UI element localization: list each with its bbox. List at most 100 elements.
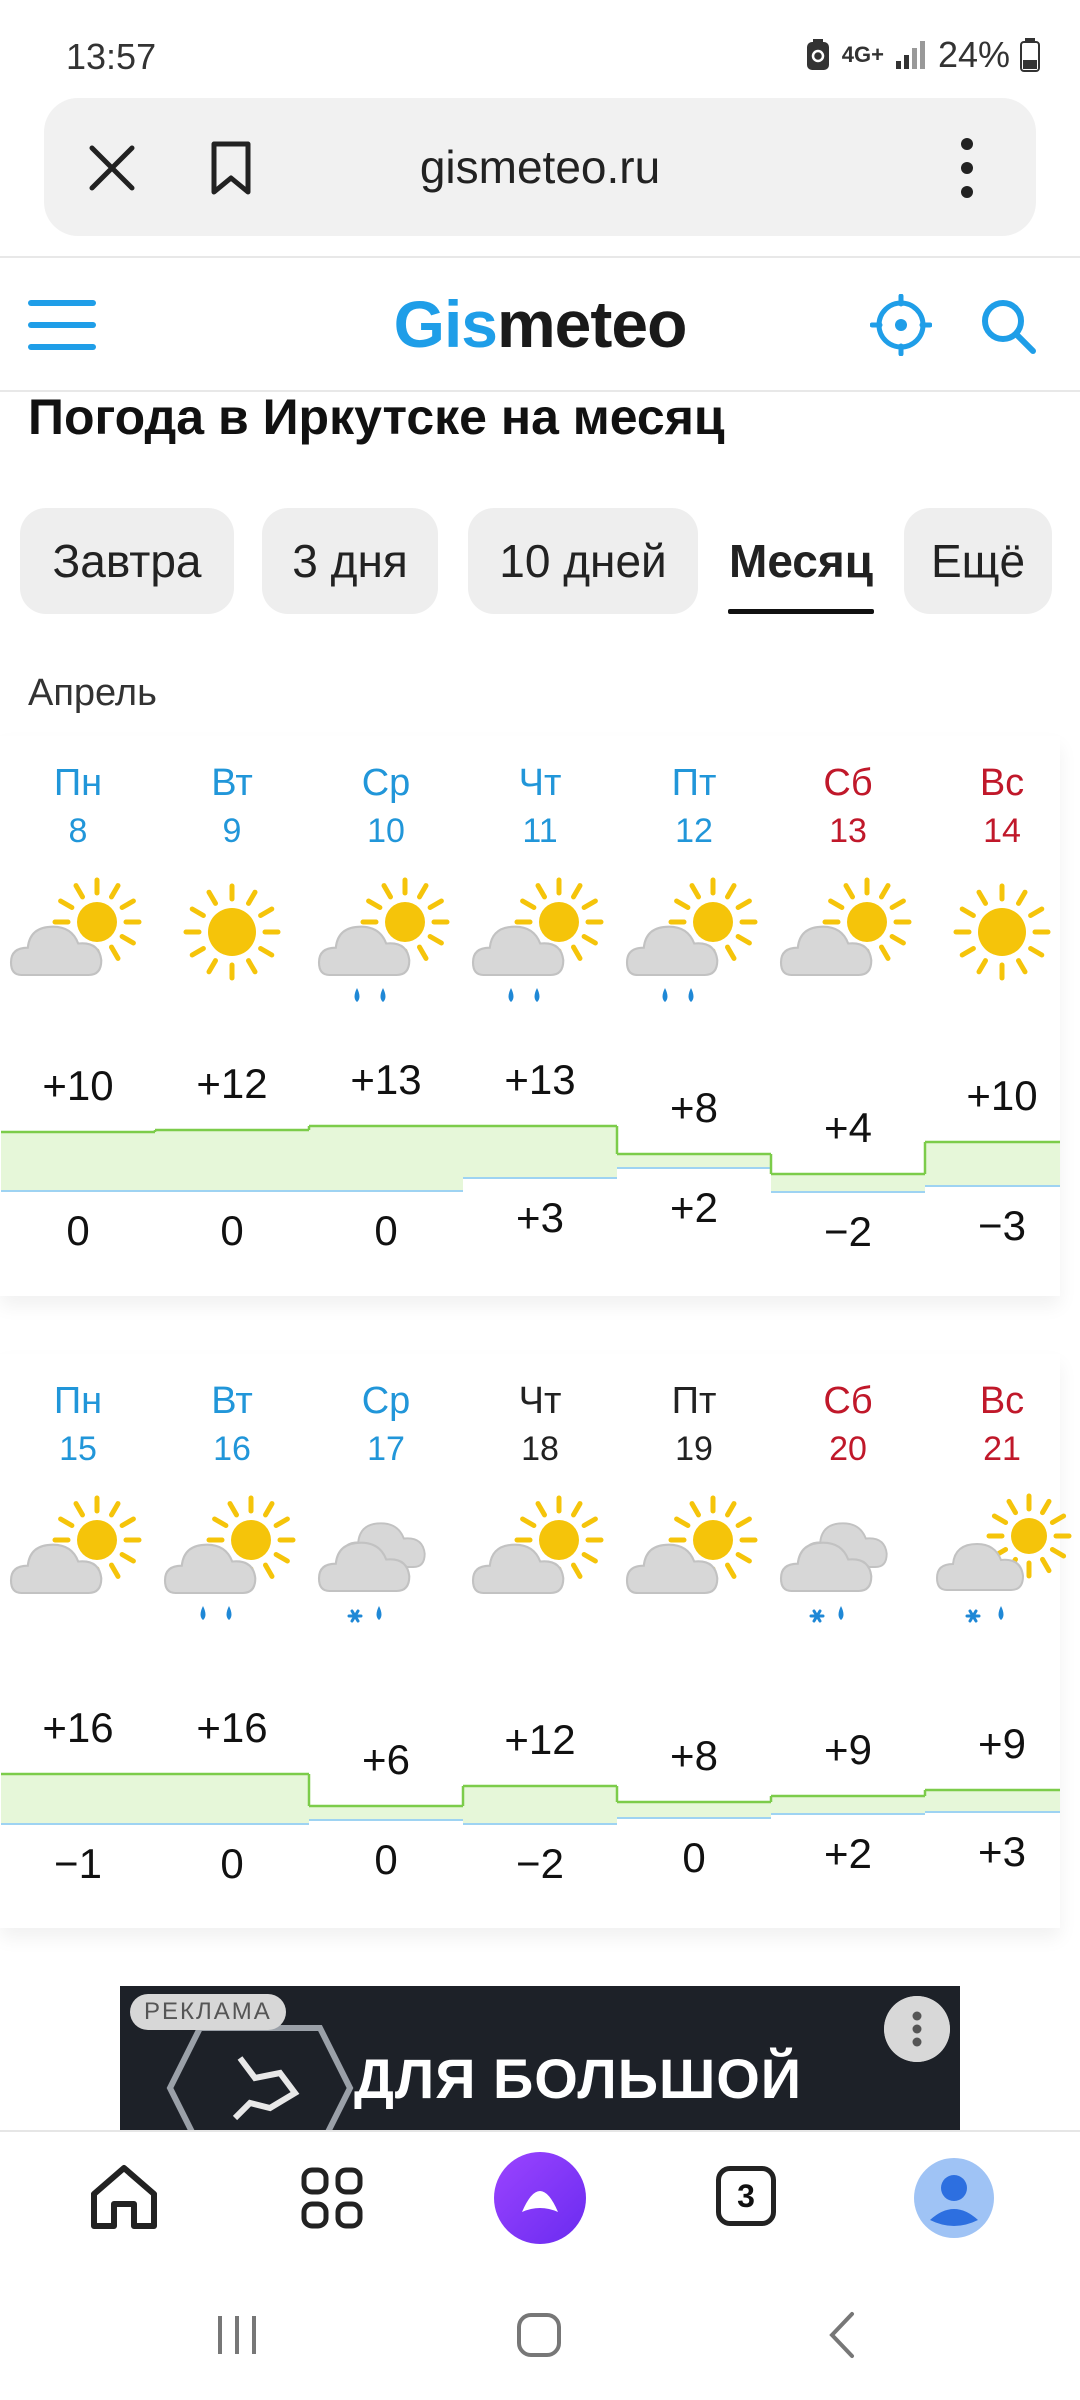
day-name[interactable]: Пн xyxy=(1,762,155,805)
temp-min: 0 xyxy=(374,1207,398,1254)
temp-max: +4 xyxy=(824,1104,872,1151)
day-name[interactable]: Пт xyxy=(617,762,771,805)
temp-max: +12 xyxy=(504,1716,576,1763)
day-number[interactable]: 10 xyxy=(309,812,463,851)
temp-min: 0 xyxy=(220,1840,244,1887)
day-number[interactable]: 18 xyxy=(463,1430,617,1469)
status-icons: 4G+ 24% xyxy=(804,34,1040,76)
tab-more[interactable]: Ещё xyxy=(904,508,1052,614)
partly-cloudy-rain-icon xyxy=(317,877,450,1002)
battery-percent: 24% xyxy=(937,34,1010,75)
partly-cloudy-snow-rain-icon xyxy=(935,1493,1072,1623)
day-name[interactable]: Вт xyxy=(155,762,309,805)
day-name[interactable]: Пн xyxy=(1,1380,155,1423)
sun-icon xyxy=(953,883,1051,981)
network-type-label: 4G+ xyxy=(841,42,884,67)
services-grid-icon[interactable] xyxy=(300,2166,364,2230)
day-number[interactable]: 15 xyxy=(1,1430,155,1469)
more-vert-icon[interactable] xyxy=(952,136,982,200)
day-number[interactable]: 8 xyxy=(1,812,155,851)
cloudy-snow-rain-icon xyxy=(779,1522,888,1623)
temp-min: −2 xyxy=(824,1208,872,1255)
day-name[interactable]: Ср xyxy=(309,1380,463,1423)
temp-min: 0 xyxy=(374,1836,398,1883)
month-label: Апрель xyxy=(28,672,157,714)
tabs-counter-button[interactable]: 3 xyxy=(716,2166,776,2226)
home-icon[interactable] xyxy=(88,2162,160,2232)
temp-min: −1 xyxy=(54,1840,102,1887)
day-number[interactable]: 12 xyxy=(617,812,771,851)
avatar-icon[interactable] xyxy=(914,2158,994,2238)
home-nav-icon[interactable] xyxy=(514,2310,564,2360)
partly-cloudy-rain-icon xyxy=(163,1495,296,1620)
temp-max: +16 xyxy=(42,1704,114,1751)
temp-min: +2 xyxy=(670,1184,718,1231)
day-number[interactable]: 9 xyxy=(155,812,309,851)
ad-badge: РЕКЛАМА xyxy=(130,1994,286,2030)
battery-saver-icon xyxy=(806,39,829,70)
temp-min: 0 xyxy=(220,1207,244,1254)
partly-cloudy-rain-icon xyxy=(625,877,758,1002)
day-name[interactable]: Сб xyxy=(771,762,925,805)
back-nav-icon[interactable] xyxy=(822,2310,862,2360)
sun-icon xyxy=(183,883,281,981)
temp-max: +10 xyxy=(966,1072,1038,1119)
ad-more-icon[interactable] xyxy=(884,1996,950,2062)
location-target-icon[interactable] xyxy=(870,294,932,356)
day-name[interactable]: Вт xyxy=(155,1380,309,1423)
partly-cloudy-icon xyxy=(9,1495,142,1595)
temp-min: −3 xyxy=(978,1202,1026,1249)
tab-month[interactable]: Месяц xyxy=(726,508,876,614)
status-bar: 13:57 4G+ 24% xyxy=(0,0,1080,95)
partly-cloudy-icon xyxy=(471,1495,604,1595)
partly-cloudy-icon xyxy=(779,877,912,977)
status-time: 13:57 xyxy=(66,36,157,77)
temp-max: +9 xyxy=(824,1726,872,1773)
day-number[interactable]: 16 xyxy=(155,1430,309,1469)
temp-max: +12 xyxy=(196,1060,268,1107)
battery-icon xyxy=(1020,38,1040,72)
alice-assistant-icon[interactable] xyxy=(494,2152,586,2244)
day-number[interactable]: 14 xyxy=(925,812,1079,851)
temp-max: +13 xyxy=(350,1056,422,1103)
partly-cloudy-rain-icon xyxy=(471,877,604,1002)
temp-min: 0 xyxy=(682,1834,706,1881)
tab-10-days[interactable]: 10 дней xyxy=(468,508,698,614)
recent-apps-icon[interactable] xyxy=(214,2312,260,2358)
temp-max: +16 xyxy=(196,1704,268,1751)
temp-max: +8 xyxy=(670,1732,718,1779)
day-number[interactable]: 21 xyxy=(925,1430,1079,1469)
day-name[interactable]: Вс xyxy=(925,1380,1079,1423)
temp-min: +2 xyxy=(824,1830,872,1877)
day-name[interactable]: Сб xyxy=(771,1380,925,1423)
cloudy-snow-rain-icon xyxy=(317,1522,426,1623)
temp-max: +8 xyxy=(670,1084,718,1131)
partly-cloudy-icon xyxy=(9,877,142,977)
day-number[interactable]: 17 xyxy=(309,1430,463,1469)
day-name[interactable]: Пт xyxy=(617,1380,771,1423)
tab-3-days[interactable]: 3 дня xyxy=(262,508,438,614)
url-text[interactable]: gismeteo.ru xyxy=(0,140,1080,194)
signal-icon xyxy=(895,41,925,69)
day-number[interactable]: 20 xyxy=(771,1430,925,1469)
day-name[interactable]: Ср xyxy=(309,762,463,805)
ad-logo-icon xyxy=(166,2025,354,2130)
temp-min: 0 xyxy=(66,1207,90,1254)
day-name[interactable]: Чт xyxy=(463,762,617,805)
day-name[interactable]: Чт xyxy=(463,1380,617,1423)
partly-cloudy-icon xyxy=(625,1495,758,1595)
temp-max: +13 xyxy=(504,1056,576,1103)
day-number[interactable]: 11 xyxy=(463,812,617,851)
temp-max: +6 xyxy=(362,1736,410,1783)
temp-min: +3 xyxy=(978,1828,1026,1875)
week-card: Пн 8 +10 0 Вт 9 +12 0 Ср 10 +13 0 Чт 11 +13 +3 Пт 12 +8 +2 С… xyxy=(0,736,1060,1296)
ad-headline[interactable]: ДЛЯ БОЛЬШОЙ xyxy=(354,2046,802,2111)
temp-max: +9 xyxy=(978,1720,1026,1767)
day-number[interactable]: 19 xyxy=(617,1430,771,1469)
search-icon[interactable] xyxy=(978,296,1038,356)
day-name[interactable]: Вс xyxy=(925,762,1079,805)
tab-tomorrow[interactable]: Завтра xyxy=(20,508,234,614)
page-title: Погода в Иркутске на месяц xyxy=(28,389,725,445)
day-number[interactable]: 13 xyxy=(771,812,925,851)
temp-min: +3 xyxy=(516,1194,564,1241)
